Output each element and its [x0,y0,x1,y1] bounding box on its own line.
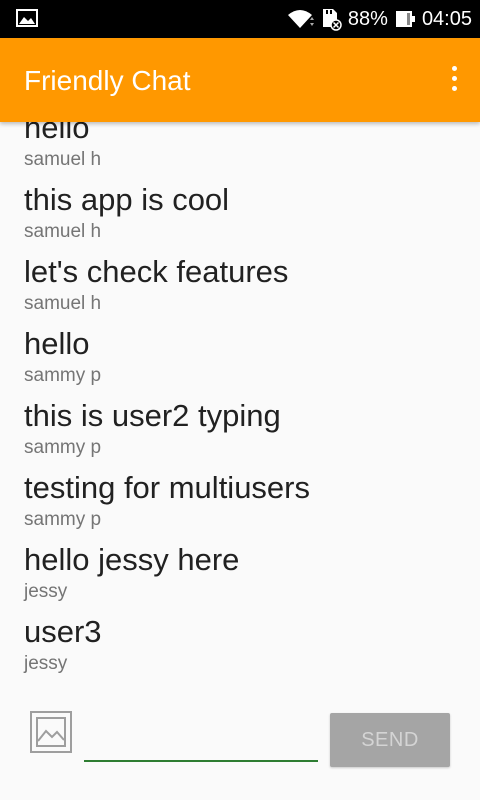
message-item: this is user2 typing sammy p [24,398,310,470]
message-item: testing for multiusers sammy p [24,470,310,542]
message-item: hello jessy here jessy [24,542,310,614]
send-button[interactable]: SEND [330,713,450,767]
app-bar: Friendly Chat [0,38,480,122]
image-icon[interactable] [30,711,72,753]
battery-icon [395,11,415,27]
message-text: testing for multiusers [24,470,310,505]
message-item: let's check features samuel h [24,254,310,326]
message-list[interactable]: hello samuel h this app is cool samuel h… [0,122,480,706]
message-author: samuel h [24,293,102,314]
message-text: this app is cool [24,182,230,217]
message-item: user3 jessy [24,614,310,686]
status-bar: 88% 04:05 [0,0,480,38]
message-text: this is user2 typing [24,398,281,433]
message-author: samuel h [24,149,102,170]
message-author: sammy p [24,437,102,458]
message-text: hello jessy here [24,542,240,577]
message-item: this app is cool samuel h [24,182,310,254]
message-item: hello sammy p [24,326,310,398]
message-author: sammy p [24,509,102,530]
wifi-icon [287,10,314,28]
message-text: hello [24,326,90,361]
sd-card-icon [322,9,342,31]
battery-percentage: 88% [347,7,388,30]
message-text: hello [24,122,90,145]
message-author: samuel h [24,221,102,242]
overflow-menu-icon[interactable] [450,66,458,94]
message-author: jessy [24,653,68,674]
message-text: user3 [24,614,102,649]
message-text: let's check features [24,254,289,289]
gallery-icon [16,9,38,27]
message-author: jessy [24,581,68,602]
status-time: 04:05 [421,7,472,30]
message-item: hello samuel h [24,122,310,182]
message-composer: SEND [0,706,480,800]
message-author: sammy p [24,365,102,386]
message-input[interactable] [84,720,318,762]
app-title: Friendly Chat [24,65,191,96]
